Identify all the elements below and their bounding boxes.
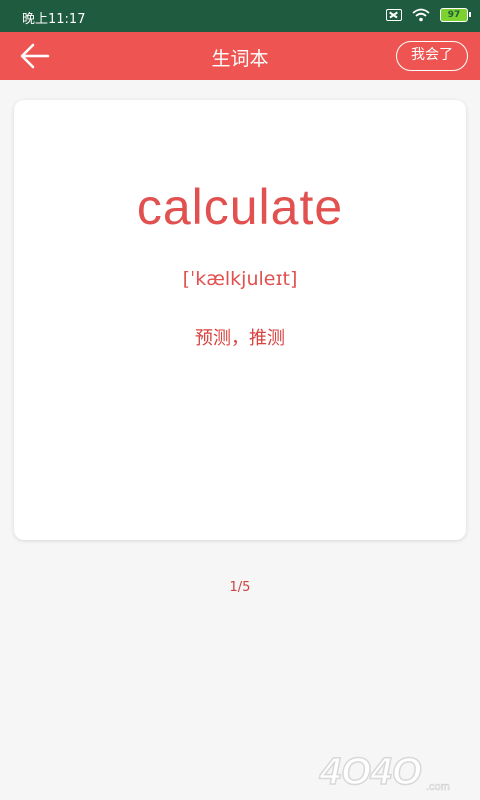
status-bar: 晚上11:17 97 xyxy=(0,0,480,32)
status-icons: 97 xyxy=(386,8,471,22)
meaning-text: 预测，推测 xyxy=(195,328,285,349)
wifi-icon xyxy=(412,8,430,22)
watermark-logo: 4O4O .com xyxy=(318,750,450,794)
word-card[interactable]: calculate [ˈkælkjuleɪt] 预测，推测 xyxy=(14,100,466,540)
app-bar: 生词本 我会了 xyxy=(0,32,480,80)
sim-off-icon xyxy=(386,9,402,21)
battery-level: 97 xyxy=(447,10,461,20)
known-button[interactable]: 我会了 xyxy=(396,41,468,71)
word-text: calculate xyxy=(136,179,344,235)
svg-text:.com: .com xyxy=(426,781,450,793)
status-time: 晚上11:17 xyxy=(22,12,86,27)
svg-text:4O4O: 4O4O xyxy=(319,751,421,793)
page-indicator: 1/5 xyxy=(229,580,251,595)
battery-icon: 97 xyxy=(440,8,471,22)
phonetic-text: [ˈkælkjuleɪt] xyxy=(182,268,298,290)
